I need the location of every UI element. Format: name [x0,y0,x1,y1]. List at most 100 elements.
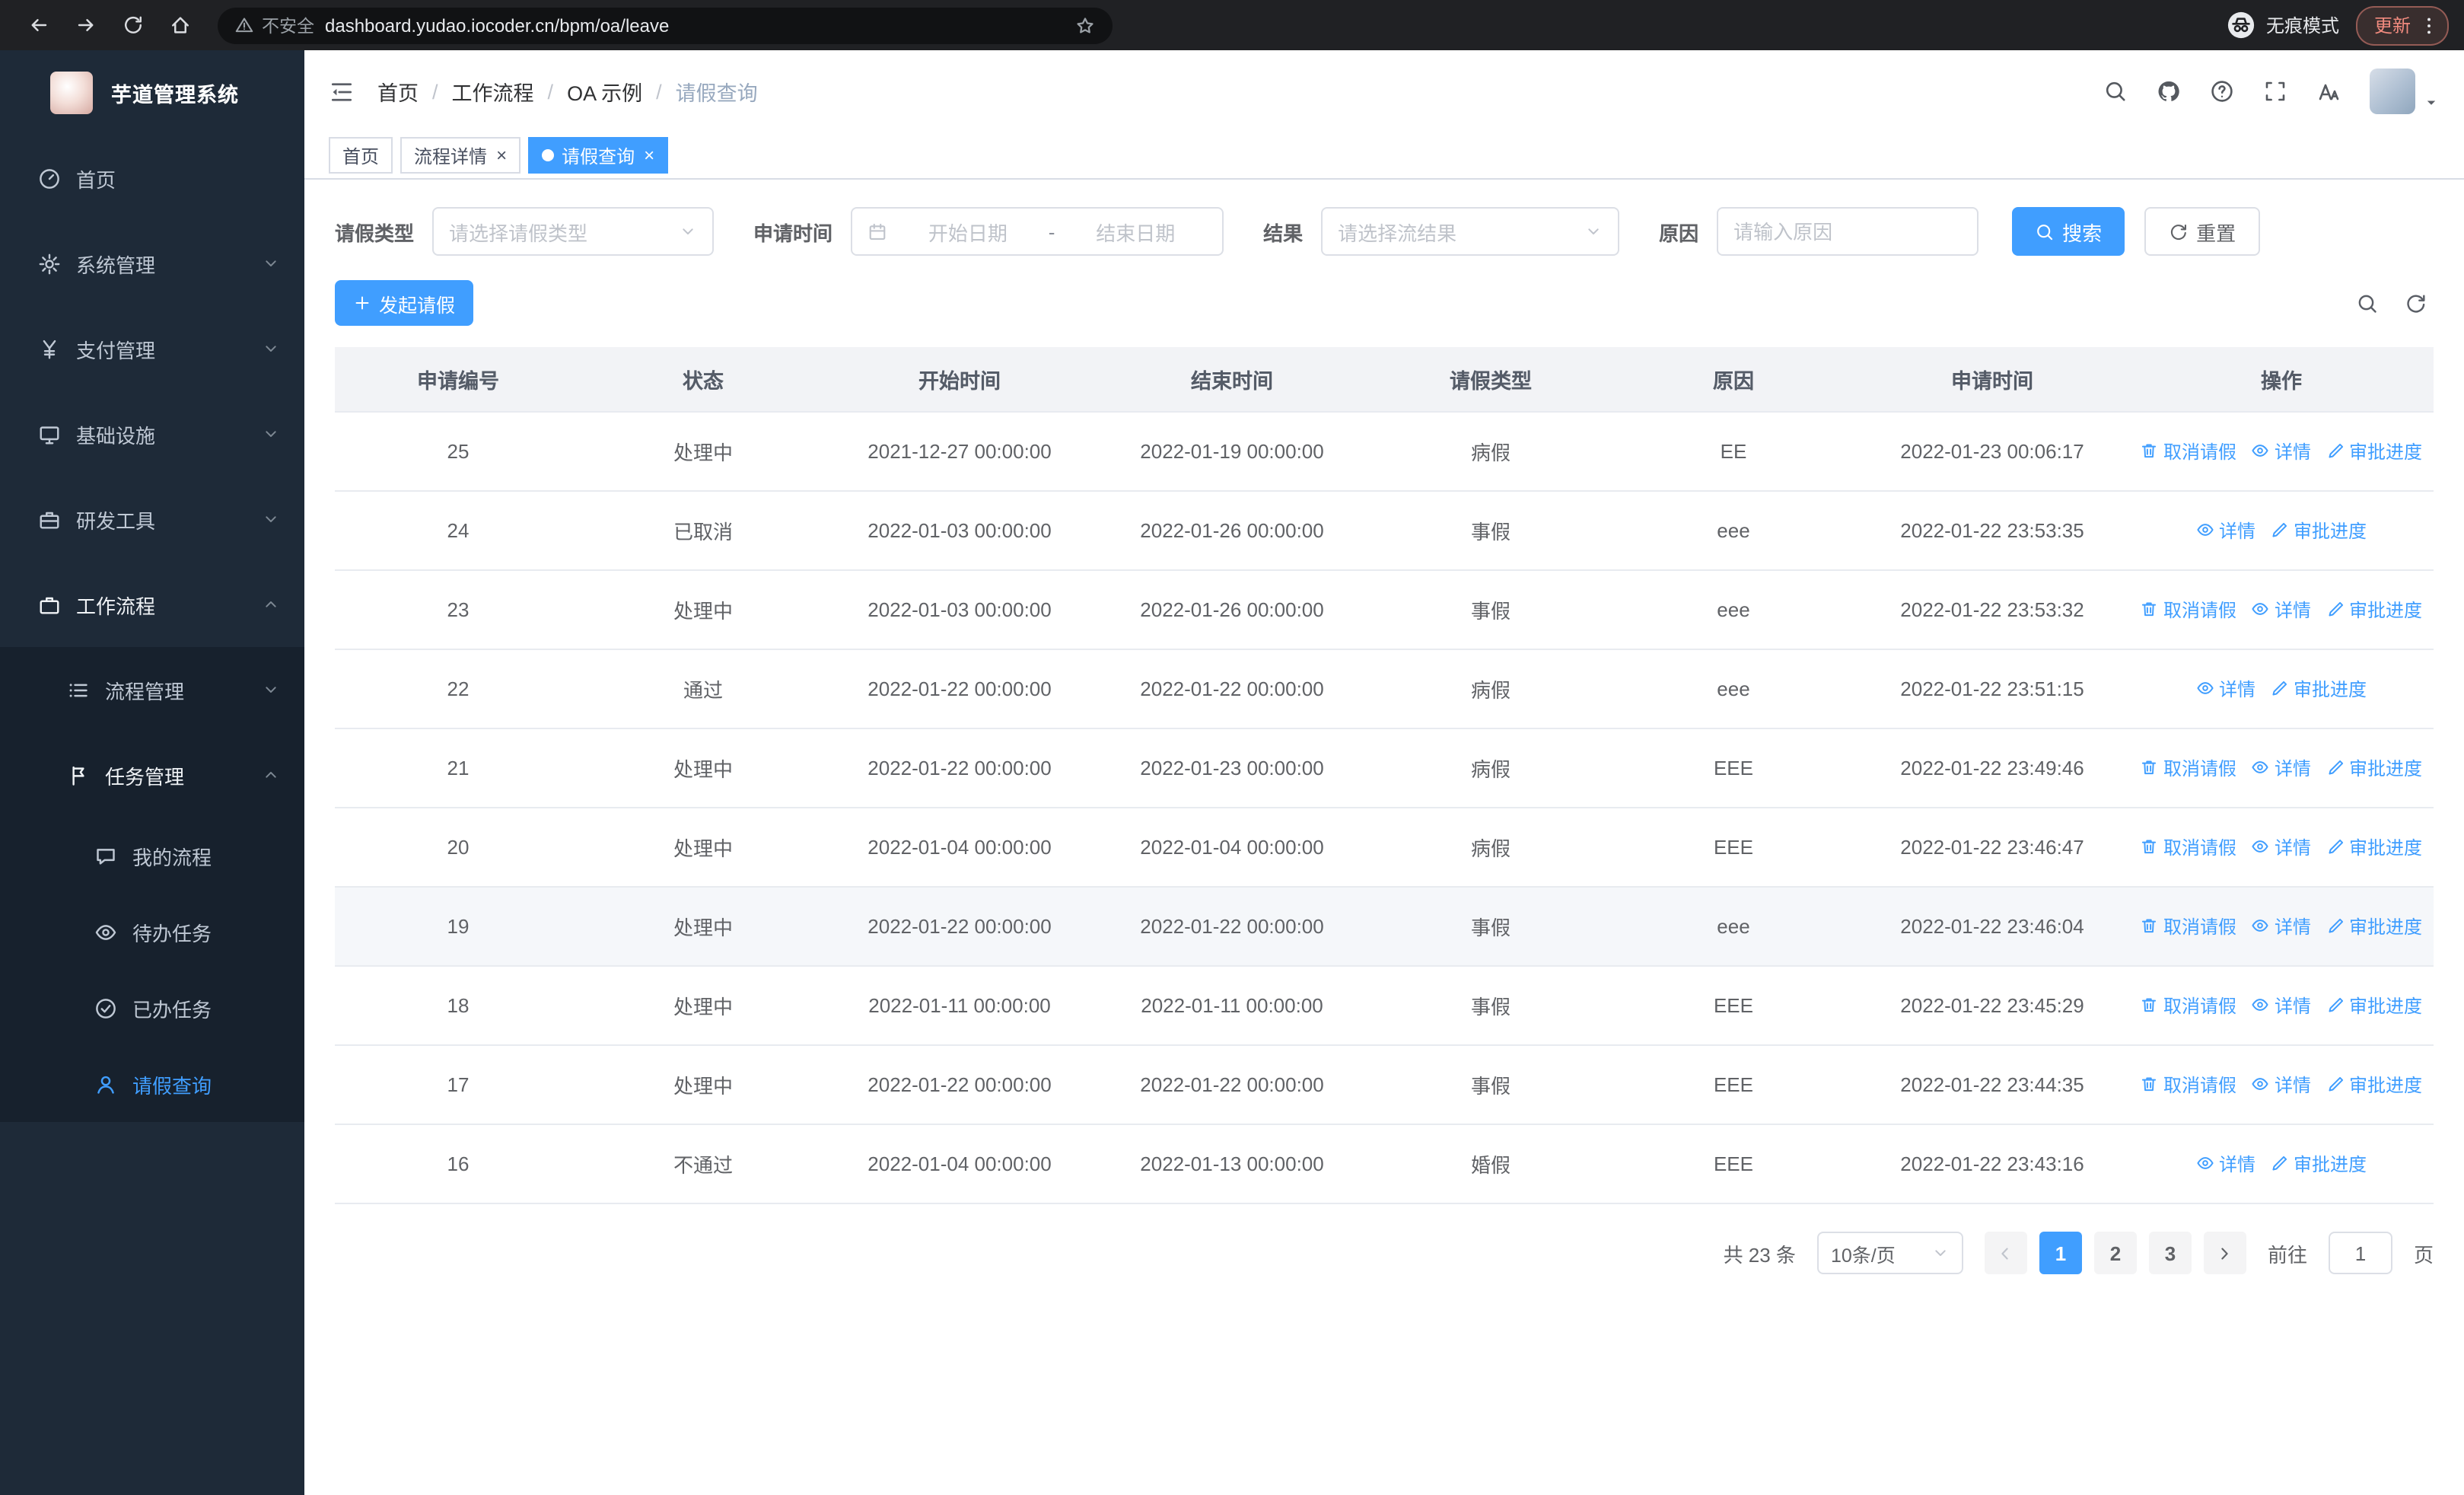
action-progress-link[interactable]: 审批进度 [2326,834,2422,860]
delete-icon [2141,1076,2159,1094]
sidebar-item-0[interactable]: 首页 [0,135,304,221]
sidebar-item-9[interactable]: 待办任务 [0,894,304,970]
action-progress-link[interactable]: 审批进度 [2326,913,2422,939]
sidebar-item-11[interactable]: 请假查询 [0,1046,304,1122]
action-progress-link[interactable]: 审批进度 [2271,518,2367,543]
tab-1[interactable]: 流程详情 × [400,137,521,174]
browser-reload-button[interactable] [122,14,145,37]
sidebar-item-7[interactable]: 任务管理 [0,732,304,818]
browser-forward-button[interactable] [75,14,97,37]
cell-leave-type: 事假 [1370,887,1612,967]
cell-end-time: 2022-01-26 00:00:00 [1094,570,1370,650]
action-detail-link[interactable]: 详情 [2252,913,2311,939]
tags-view: 首页 流程详情 × 请假查询 × [304,132,2464,180]
fullscreen-icon[interactable] [2263,79,2287,104]
leave-type-select[interactable]: 请选择请假类型 [432,207,715,256]
search-icon[interactable] [2356,292,2379,314]
delete-icon [2141,442,2159,461]
tab-close-icon[interactable]: × [644,146,654,164]
cell-start-time: 2022-01-11 00:00:00 [825,966,1094,1046]
sidebar-item-label: 研发工具 [76,509,156,532]
apply-time-range-picker[interactable]: 开始日期 - 结束日期 [851,207,1224,256]
search-icon[interactable] [2103,79,2128,104]
arrow-right-icon [2215,1243,2235,1263]
breadcrumb-item-0[interactable]: 首页 [377,76,419,107]
action-progress-link[interactable]: 审批进度 [2326,597,2422,623]
action-cancel-link[interactable]: 取消请假 [2141,755,2236,781]
action-cancel-link[interactable]: 取消请假 [2141,597,2236,623]
sidebar-item-2[interactable]: 支付管理 [0,306,304,391]
bookmark-star-icon[interactable] [1074,14,1096,36]
question-icon[interactable] [2210,79,2234,104]
tab-close-icon[interactable]: × [496,146,507,164]
breadcrumb: 首页 / 工作流程 / OA 示例 / 请假查询 [377,76,758,107]
goto-page-input[interactable] [2328,1232,2392,1274]
page-button-2[interactable]: 2 [2093,1232,2137,1274]
action-detail-link[interactable]: 详情 [2252,438,2311,464]
page-size-select[interactable]: 10条/页 [1816,1232,1963,1274]
kebab-menu-icon[interactable] [2418,14,2440,36]
action-cancel-link[interactable]: 取消请假 [2141,438,2236,464]
app-logo[interactable]: 芋道管理系统 [0,50,304,135]
address-bar[interactable]: 不安全 dashboard.yudao.iocoder.cn/bpm/oa/le… [218,7,1113,43]
refresh-icon[interactable] [2405,292,2427,314]
action-detail-link[interactable]: 详情 [2252,993,2311,1018]
action-cancel-link[interactable]: 取消请假 [2141,1072,2236,1098]
sidebar-item-1[interactable]: 系统管理 [0,221,304,306]
action-detail-link[interactable]: 详情 [2196,676,2255,702]
browser-update-menu-button[interactable]: 更新 [2355,5,2449,45]
cell-actions: 取消请假 详情 审批进度 [2129,966,2434,1046]
action-detail-link[interactable]: 详情 [2252,755,2311,781]
action-progress-link[interactable]: 审批进度 [2326,438,2422,464]
breadcrumb-item-1[interactable]: 工作流程 [452,76,534,107]
action-progress-link[interactable]: 审批进度 [2271,676,2367,702]
cell-status: 处理中 [581,412,825,492]
action-cancel-link[interactable]: 取消请假 [2141,913,2236,939]
sidebar-item-5[interactable]: 工作流程 [0,562,304,647]
sidebar-item-3[interactable]: 基础设施 [0,391,304,477]
font-size-icon[interactable] [2316,79,2341,104]
page-button-1[interactable]: 1 [2039,1232,2082,1274]
breadcrumb-item-2[interactable]: OA 示例 [567,76,642,107]
browser-home-button[interactable] [169,14,192,37]
security-indicator[interactable]: 不安全 [234,13,314,37]
action-detail-link[interactable]: 详情 [2252,1072,2311,1098]
action-cancel-link[interactable]: 取消请假 [2141,993,2236,1018]
action-detail-link[interactable]: 详情 [2252,597,2311,623]
user-menu[interactable] [2370,69,2440,114]
next-page-button[interactable] [2203,1232,2246,1274]
reason-input[interactable] [1717,207,1979,256]
cell-id: 25 [335,412,581,492]
sidebar-toggle-button[interactable] [329,78,355,104]
cell-end-time: 2022-01-13 00:00:00 [1094,1124,1370,1204]
sidebar-item-8[interactable]: 我的流程 [0,818,304,894]
action-progress-link[interactable]: 审批进度 [2326,993,2422,1018]
action-detail-link[interactable]: 详情 [2252,834,2311,860]
view-icon [2252,601,2270,619]
page-button-3[interactable]: 3 [2148,1232,2192,1274]
action-progress-link[interactable]: 审批进度 [2326,755,2422,781]
action-detail-link[interactable]: 详情 [2196,1151,2255,1177]
tab-2[interactable]: 请假查询 × [528,137,669,174]
cell-id: 23 [335,570,581,650]
tab-0[interactable]: 首页 [329,137,393,174]
cell-apply-time: 2022-01-22 23:53:32 [1855,570,2129,650]
result-select[interactable]: 请选择流结果 [1321,207,1620,256]
action-cancel-link[interactable]: 取消请假 [2141,834,2236,860]
action-detail-link[interactable]: 详情 [2196,518,2255,543]
create-leave-button[interactable]: 发起请假 [335,280,474,326]
cell-end-time: 2022-01-04 00:00:00 [1094,808,1370,888]
reset-button[interactable]: 重置 [2144,207,2261,256]
cell-id: 16 [335,1124,581,1204]
sidebar-item-10[interactable]: 已办任务 [0,970,304,1046]
cell-end-time: 2022-01-19 00:00:00 [1094,412,1370,492]
action-progress-link[interactable]: 审批进度 [2326,1072,2422,1098]
browser-back-button[interactable] [27,14,50,37]
sidebar-item-4[interactable]: 研发工具 [0,477,304,562]
github-icon[interactable] [2157,79,2181,104]
sidebar-item-6[interactable]: 流程管理 [0,647,304,732]
action-progress-link[interactable]: 审批进度 [2271,1151,2367,1177]
sidebar-item-label: 流程管理 [105,680,185,703]
search-button[interactable]: 搜索 [2012,207,2125,256]
prev-page-button[interactable] [1984,1232,2027,1274]
